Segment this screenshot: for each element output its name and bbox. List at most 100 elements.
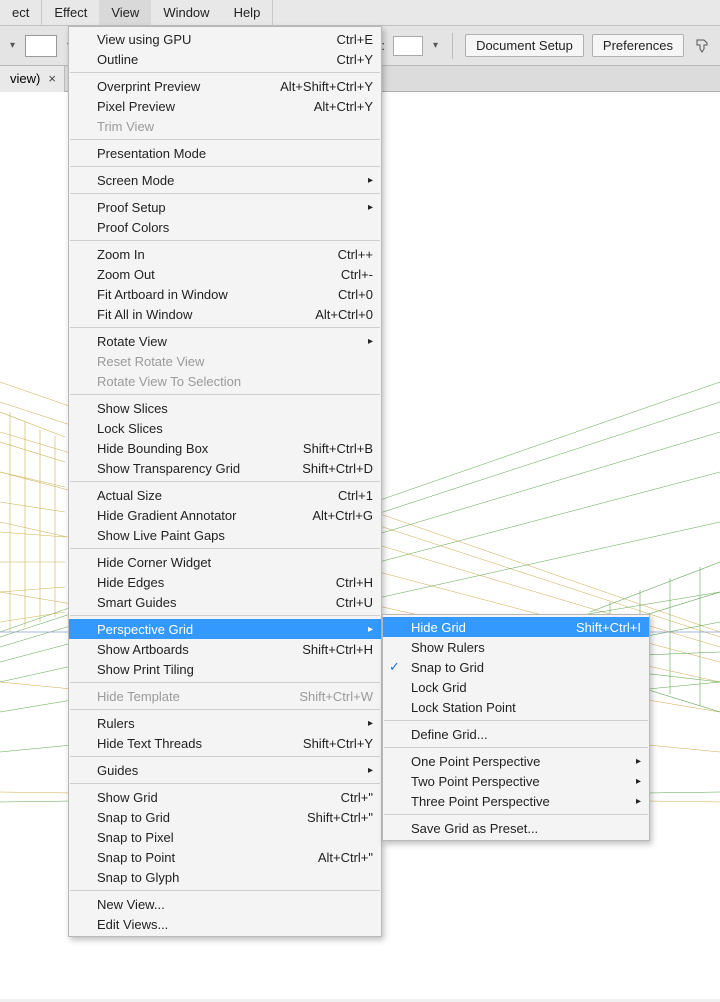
view_menu-item-pixel-preview[interactable]: Pixel Preview Alt+Ctrl+Y: [69, 96, 381, 116]
menu-item-label: Lock Station Point: [411, 700, 516, 715]
view_menu-item-outline[interactable]: Outline Ctrl+Y: [69, 49, 381, 69]
view_menu-item-show-grid[interactable]: Show GridCtrl+": [69, 787, 381, 807]
view_menu-item-rulers[interactable]: Rulers▸: [69, 713, 381, 733]
perspective_submenu-item-two-point-perspective[interactable]: Two Point Perspective▸: [383, 771, 649, 791]
view_menu-item-zoom-out[interactable]: Zoom OutCtrl+-: [69, 264, 381, 284]
chevron-down-icon[interactable]: ▾: [8, 40, 17, 51]
view_menu-item-edit-views[interactable]: Edit Views...: [69, 914, 381, 934]
view_menu-item-show-print-tiling[interactable]: Show Print Tiling: [69, 659, 381, 679]
perspective_submenu-item-three-point-perspective[interactable]: Three Point Perspective▸: [383, 791, 649, 811]
menubar-item-view[interactable]: View: [99, 0, 151, 25]
menu-item-label: Edit Views...: [97, 917, 168, 932]
view_menu-item-snap-to-grid[interactable]: Snap to GridShift+Ctrl+": [69, 807, 381, 827]
view_menu-item-perspective-grid[interactable]: Perspective Grid▸: [69, 619, 381, 639]
view_menu-item-screen-mode[interactable]: Screen Mode▸: [69, 170, 381, 190]
view_menu-item-zoom-in[interactable]: Zoom In Ctrl++: [69, 244, 381, 264]
view_menu-item-hide-text-threads[interactable]: Hide Text ThreadsShift+Ctrl+Y: [69, 733, 381, 753]
menu-separator: [70, 783, 380, 784]
view_menu-item-presentation-mode[interactable]: Presentation Mode: [69, 143, 381, 163]
menu-item-label: New View...: [97, 897, 165, 912]
view_menu-item-hide-edges[interactable]: Hide EdgesCtrl+H: [69, 572, 381, 592]
view_menu-item-rotate-view-to-selection: Rotate View To Selection: [69, 371, 381, 391]
menu-item-label: Hide Template: [97, 689, 180, 704]
perspective_submenu-item-snap-to-grid[interactable]: ✓Snap to Grid: [383, 657, 649, 677]
menu-item-label: Define Grid...: [411, 727, 488, 742]
view_menu-item-hide-template: Hide TemplateShift+Ctrl+W: [69, 686, 381, 706]
menu-item-shortcut: Alt+Shift+Ctrl+Y: [264, 79, 373, 94]
menu-separator: [70, 548, 380, 549]
view_menu-item-smart-guides[interactable]: Smart GuidesCtrl+U: [69, 592, 381, 612]
view_menu-item-overprint-preview[interactable]: Overprint PreviewAlt+Shift+Ctrl+Y: [69, 76, 381, 96]
menu-item-label: Save Grid as Preset...: [411, 821, 538, 836]
menu-item-label: Pixel Preview: [97, 99, 175, 114]
menu-item-label: Rotate View To Selection: [97, 374, 241, 389]
perspective_submenu-item-one-point-perspective[interactable]: One Point Perspective▸: [383, 751, 649, 771]
perspective_submenu-item-lock-grid[interactable]: Lock Grid: [383, 677, 649, 697]
menu-item-label: Zoom In: [97, 247, 145, 262]
menubar-item-effect[interactable]: Effect: [42, 0, 99, 25]
menu-item-label: Actual Size: [97, 488, 162, 503]
view_menu-item-hide-corner-widget[interactable]: Hide Corner Widget: [69, 552, 381, 572]
chevron-right-icon: ▸: [352, 202, 373, 213]
view_menu-item-hide-bounding-box[interactable]: Hide Bounding BoxShift+Ctrl+B: [69, 438, 381, 458]
menu-item-shortcut: Shift+Ctrl+H: [286, 642, 373, 657]
menu-separator: [70, 709, 380, 710]
style-combo[interactable]: [393, 36, 423, 56]
view_menu-item-guides[interactable]: Guides▸: [69, 760, 381, 780]
view_menu-item-view-using-gpu[interactable]: View using GPUCtrl+E: [69, 29, 381, 49]
view_menu-item-show-live-paint-gaps[interactable]: Show Live Paint Gaps: [69, 525, 381, 545]
menu-item-label: Hide Gradient Annotator: [97, 508, 236, 523]
menu-item-label: Outline: [97, 52, 138, 67]
perspective_submenu-item-save-grid-as-preset[interactable]: Save Grid as Preset...: [383, 818, 649, 838]
menu-item-shortcut: Alt+Ctrl+Y: [298, 99, 373, 114]
menu-item-label: Snap to Grid: [411, 660, 484, 675]
menubar-item-help[interactable]: Help: [222, 0, 274, 25]
menu-item-label: Two Point Perspective: [411, 774, 540, 789]
view_menu-item-show-slices[interactable]: Show Slices: [69, 398, 381, 418]
menu-item-label: Rulers: [97, 716, 135, 731]
menu-item-shortcut: Shift+Ctrl+D: [286, 461, 373, 476]
menu-separator: [70, 72, 380, 73]
menu-item-label: Proof Colors: [97, 220, 169, 235]
chevron-right-icon: ▸: [352, 765, 373, 776]
view_menu-item-actual-size[interactable]: Actual Size Ctrl+1: [69, 485, 381, 505]
view_menu-item-rotate-view[interactable]: Rotate View▸: [69, 331, 381, 351]
document-setup-button[interactable]: Document Setup: [465, 34, 584, 57]
close-icon[interactable]: ×: [48, 71, 56, 86]
menubar: ect Effect View Window Help: [0, 0, 720, 26]
pin-icon[interactable]: [692, 36, 712, 56]
menu-item-shortcut: Ctrl++: [322, 247, 373, 262]
view_menu-item-snap-to-point[interactable]: Snap to PointAlt+Ctrl+": [69, 847, 381, 867]
view_menu-item-new-view[interactable]: New View...: [69, 894, 381, 914]
menubar-item-window[interactable]: Window: [151, 0, 221, 25]
view_menu-item-trim-view: Trim View: [69, 116, 381, 136]
menu-item-label: Snap to Pixel: [97, 830, 174, 845]
menubar-item-select-trunc[interactable]: ect: [0, 0, 42, 25]
perspective_submenu-item-define-grid[interactable]: Define Grid...: [383, 724, 649, 744]
perspective_submenu-item-show-rulers[interactable]: Show Rulers: [383, 637, 649, 657]
menu-item-shortcut: Ctrl+0: [322, 287, 373, 302]
view_menu-item-fit-artboard-in-window[interactable]: Fit Artboard in WindowCtrl+0: [69, 284, 381, 304]
perspective_submenu-item-hide-grid[interactable]: Hide GridShift+Ctrl+I: [383, 617, 649, 637]
menu-item-label: Zoom Out: [97, 267, 155, 282]
view_menu-item-show-artboards[interactable]: Show ArtboardsShift+Ctrl+H: [69, 639, 381, 659]
view_menu-item-proof-colors[interactable]: Proof Colors: [69, 217, 381, 237]
perspective_submenu-item-lock-station-point[interactable]: Lock Station Point: [383, 697, 649, 717]
menu-separator: [70, 193, 380, 194]
document-tab[interactable]: view) ×: [0, 66, 65, 92]
fill-swatch[interactable]: [25, 35, 57, 57]
chevron-down-icon[interactable]: ▾: [431, 40, 440, 51]
view_menu-item-hide-gradient-annotator[interactable]: Hide Gradient AnnotatorAlt+Ctrl+G: [69, 505, 381, 525]
view_menu-item-snap-to-glyph[interactable]: Snap to Glyph: [69, 867, 381, 887]
view_menu-item-proof-setup[interactable]: Proof Setup▸: [69, 197, 381, 217]
view_menu-item-lock-slices[interactable]: Lock Slices: [69, 418, 381, 438]
menu-item-shortcut: Ctrl+E: [321, 32, 373, 47]
menu-item-shortcut: Ctrl+Y: [321, 52, 373, 67]
menu-item-shortcut: Shift+Ctrl+": [291, 810, 373, 825]
menu-item-shortcut: Ctrl+1: [322, 488, 373, 503]
view_menu-item-snap-to-pixel[interactable]: Snap to Pixel: [69, 827, 381, 847]
view_menu-item-fit-all-in-window[interactable]: Fit All in WindowAlt+Ctrl+0: [69, 304, 381, 324]
menu-item-label: One Point Perspective: [411, 754, 540, 769]
preferences-button[interactable]: Preferences: [592, 34, 684, 57]
view_menu-item-show-transparency-grid[interactable]: Show Transparency GridShift+Ctrl+D: [69, 458, 381, 478]
